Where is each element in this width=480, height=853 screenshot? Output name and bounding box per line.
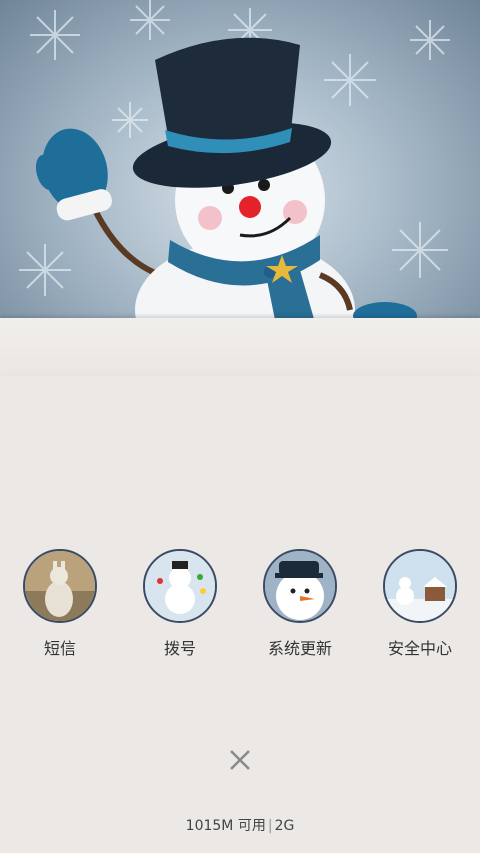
app-row: 短信 拨号 系统更新 安全中心 (0, 549, 480, 659)
sign-board (0, 318, 480, 374)
sms-snowman-icon (23, 549, 97, 623)
memory-available: 1015M 可用 (185, 818, 266, 834)
update-snowman-icon (263, 549, 337, 623)
security-snowman-icon (383, 549, 457, 623)
close-button[interactable] (220, 740, 260, 780)
dialer-snowman-icon (143, 549, 217, 623)
app-security-center[interactable]: 安全中心 (365, 549, 475, 659)
app-system-update[interactable]: 系统更新 (245, 549, 355, 659)
app-dialer[interactable]: 拨号 (125, 549, 235, 659)
snowman-wallpaper (0, 0, 480, 320)
app-sms[interactable]: 短信 (5, 549, 115, 659)
app-label-security-center: 安全中心 (387, 639, 452, 658)
app-label-sms: 短信 (43, 639, 76, 658)
close-icon (230, 750, 250, 770)
status-line: 1015M 可用 | 2G (0, 815, 480, 835)
status-separator: | (267, 818, 273, 834)
app-label-dialer: 拨号 (163, 639, 196, 658)
app-label-system-update: 系统更新 (267, 639, 332, 658)
network-type: 2G (274, 818, 295, 834)
